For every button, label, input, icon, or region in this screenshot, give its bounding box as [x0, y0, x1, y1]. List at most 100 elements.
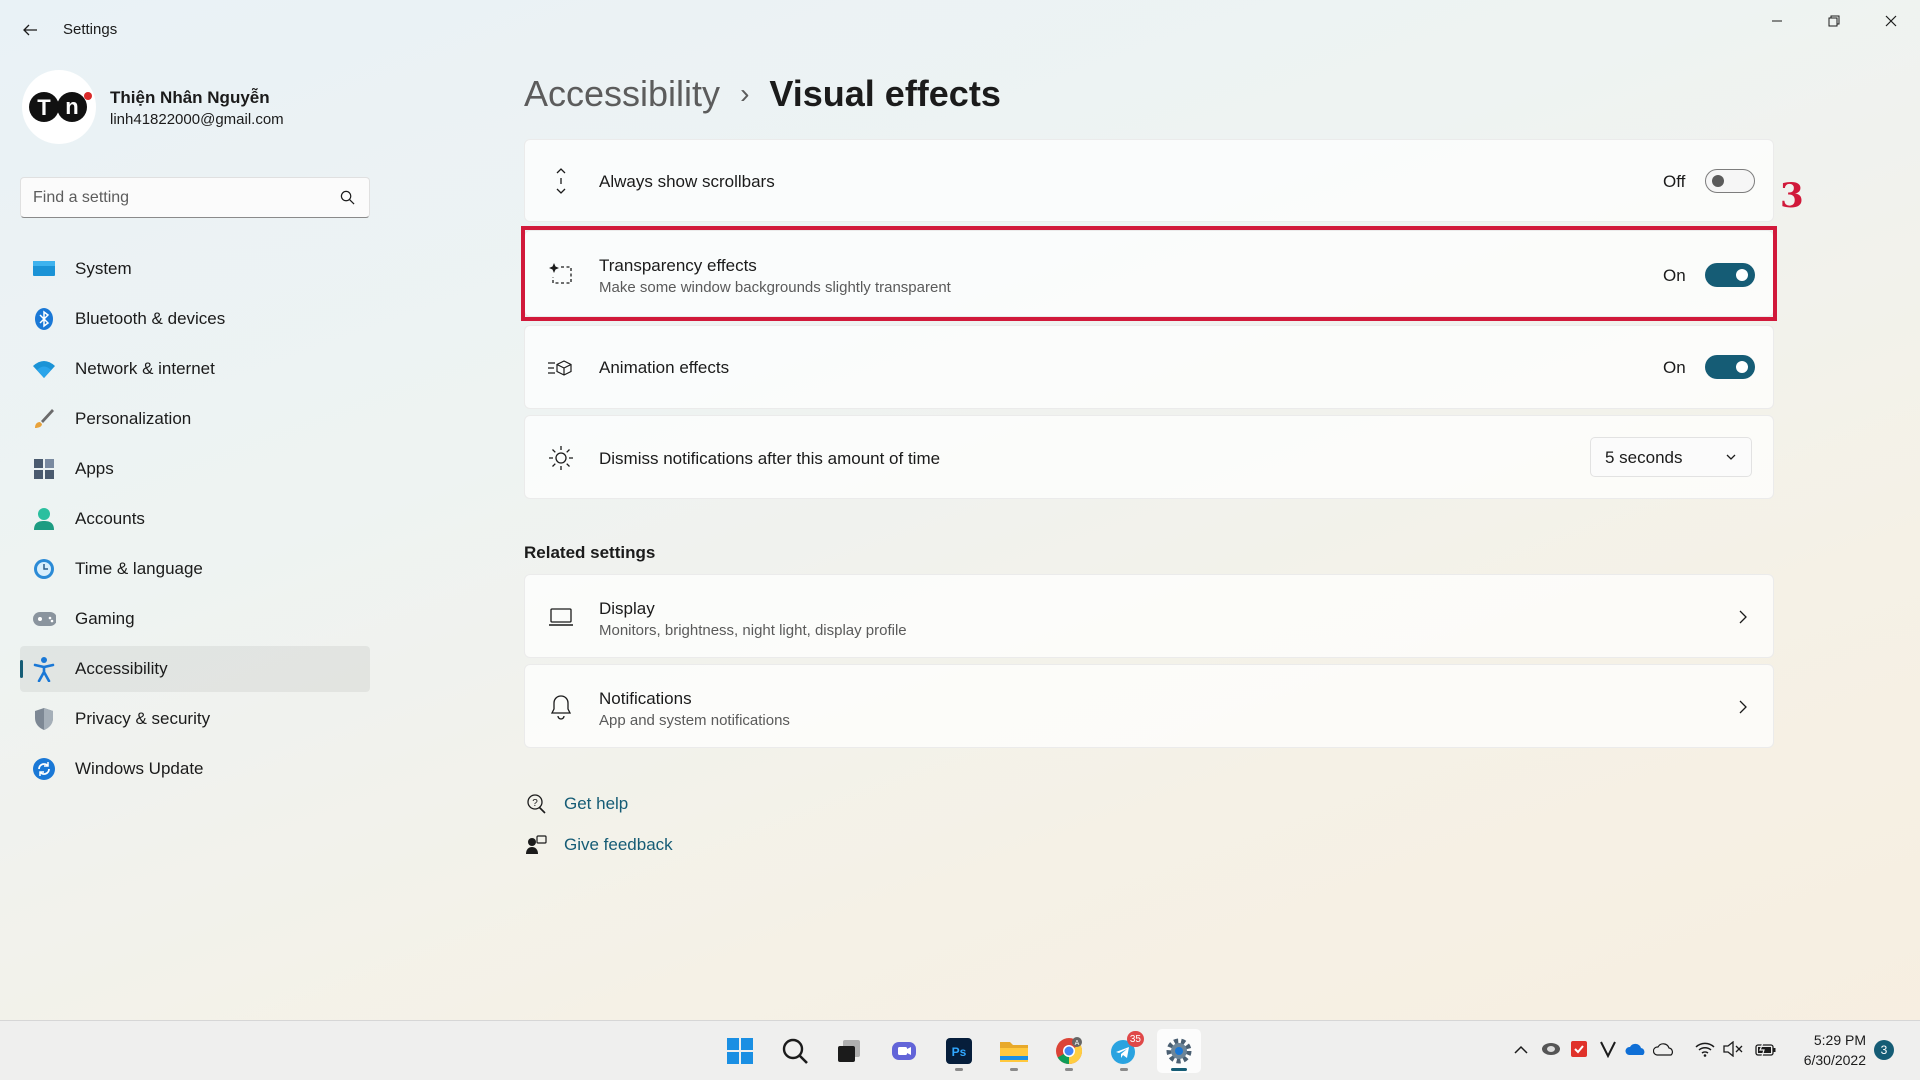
globe-clock-icon	[32, 557, 56, 581]
sidebar-item-label: System	[75, 259, 132, 278]
wifi-status-icon[interactable]	[1694, 1038, 1716, 1060]
apps-icon	[32, 457, 56, 481]
running-indicator	[1010, 1068, 1018, 1071]
battery-charging-icon[interactable]	[1755, 1038, 1777, 1060]
teams-chat-icon	[892, 1042, 916, 1060]
shield-icon	[32, 707, 56, 731]
search-icon[interactable]	[340, 190, 355, 205]
tray-v-app-icon[interactable]	[1597, 1038, 1619, 1060]
onedrive-icon[interactable]	[1625, 1038, 1647, 1060]
start-button[interactable]	[718, 1029, 762, 1073]
sidebar-item-system[interactable]: System	[20, 246, 370, 292]
accessibility-icon	[32, 657, 56, 682]
chrome-icon: A	[1056, 1037, 1083, 1065]
page-title: Visual effects	[769, 73, 1001, 114]
animation-icon	[547, 354, 575, 382]
tray-app-icon[interactable]	[1540, 1038, 1562, 1060]
related-notifications-card[interactable]: Notifications App and system notificatio…	[524, 664, 1774, 748]
bell-icon	[547, 693, 575, 721]
sidebar-item-windows-update[interactable]: Windows Update	[20, 746, 370, 792]
scrollbar-icon	[547, 167, 575, 195]
animation-toggle[interactable]	[1705, 355, 1755, 379]
svg-text:?: ?	[532, 798, 538, 809]
sidebar-item-network[interactable]: Network & internet	[20, 346, 370, 392]
help-chat-icon: ?	[524, 792, 548, 816]
task-view-button[interactable]	[827, 1029, 871, 1073]
setting-subtitle: App and system notifications	[599, 712, 790, 729]
sidebar-item-time-language[interactable]: Time & language	[20, 546, 370, 592]
telegram-app[interactable]: 35	[1102, 1029, 1146, 1073]
wifi-icon	[32, 357, 56, 381]
app-title: Settings	[63, 21, 118, 38]
onedrive-personal-icon[interactable]	[1653, 1038, 1675, 1060]
search-box[interactable]	[20, 177, 370, 218]
file-explorer-app[interactable]	[992, 1029, 1036, 1073]
windows-logo-icon	[727, 1038, 753, 1064]
sidebar-item-label: Accessibility	[75, 659, 168, 678]
settings-app[interactable]	[1157, 1029, 1201, 1073]
svg-text:A: A	[1075, 1040, 1080, 1047]
running-indicator	[1065, 1068, 1073, 1071]
breadcrumb-separator: ›	[740, 78, 750, 109]
setting-subtitle: Monitors, brightness, night light, displ…	[599, 622, 907, 639]
scrollbars-setting-card: Always show scrollbars Off	[524, 139, 1774, 222]
chat-button[interactable]	[882, 1029, 926, 1073]
get-help-label: Get help	[564, 794, 629, 813]
sidebar-item-label: Time & language	[75, 559, 203, 578]
task-view-icon	[838, 1040, 860, 1062]
related-display-card[interactable]: Display Monitors, brightness, night ligh…	[524, 574, 1774, 658]
give-feedback-link[interactable]: Give feedback	[524, 831, 673, 859]
get-help-link[interactable]: ? Get help	[524, 790, 628, 818]
minimize-icon	[1772, 20, 1782, 22]
notification-count-badge[interactable]: 3	[1874, 1040, 1894, 1060]
sidebar-item-privacy[interactable]: Privacy & security	[20, 696, 370, 742]
annotation-step-number: 3	[1780, 176, 1804, 216]
setting-title: Always show scrollbars	[599, 172, 775, 191]
feedback-icon	[524, 833, 548, 857]
tray-chevron-up-icon[interactable]	[1510, 1038, 1532, 1060]
minimize-button[interactable]	[1754, 6, 1800, 36]
title-bar: Settings	[0, 0, 1920, 60]
folder-icon	[1000, 1042, 1028, 1062]
sidebar-item-label: Bluetooth & devices	[75, 309, 226, 328]
photoshop-app[interactable]: Ps	[937, 1029, 981, 1073]
sidebar-nav: System Bluetooth & devices Network & int…	[20, 246, 370, 796]
breadcrumb-parent[interactable]: Accessibility	[524, 73, 720, 115]
sidebar-item-label: Network & internet	[75, 359, 215, 378]
volume-muted-icon[interactable]	[1722, 1038, 1744, 1060]
sidebar-item-accessibility[interactable]: Accessibility	[20, 646, 370, 692]
running-indicator	[955, 1068, 963, 1071]
annotation-highlight-box	[521, 226, 1777, 321]
sidebar-item-accounts[interactable]: Accounts	[20, 496, 370, 542]
chrome-app[interactable]: A	[1047, 1029, 1091, 1073]
sidebar-item-label: Apps	[75, 459, 114, 478]
scrollbars-toggle[interactable]	[1705, 169, 1755, 193]
back-button[interactable]	[18, 18, 42, 42]
chevron-right-icon	[1739, 610, 1747, 624]
toggle-knob	[1712, 175, 1724, 187]
search-input[interactable]	[33, 187, 333, 209]
close-button[interactable]	[1868, 6, 1914, 36]
running-indicator	[1120, 1068, 1128, 1071]
sidebar-item-personalization[interactable]: Personalization	[20, 396, 370, 442]
restore-button[interactable]	[1811, 6, 1857, 36]
sidebar-item-bluetooth[interactable]: Bluetooth & devices	[20, 296, 370, 342]
taskbar-clock[interactable]: 5:29 PM 6/30/2022	[1804, 1030, 1866, 1070]
brightness-icon	[547, 444, 575, 472]
monitor-icon	[32, 257, 56, 281]
taskbar-search-button[interactable]	[773, 1029, 817, 1073]
bluetooth-icon	[32, 307, 56, 331]
sidebar-item-apps[interactable]: Apps	[20, 446, 370, 492]
person-icon	[32, 507, 56, 531]
sidebar-item-gaming[interactable]: Gaming	[20, 596, 370, 642]
restore-icon	[1828, 15, 1840, 27]
search-icon	[782, 1038, 808, 1064]
notification-timeout-dropdown[interactable]: 5 seconds	[1590, 437, 1752, 477]
clock-time: 5:29 PM	[1813, 1032, 1866, 1048]
sidebar-item-label: Windows Update	[75, 759, 204, 778]
toggle-state-label: Off	[1663, 172, 1686, 191]
tray-red-app-icon[interactable]	[1568, 1038, 1590, 1060]
profile-email: linh41822000@gmail.com	[110, 111, 284, 128]
user-profile[interactable]: T n Thiện Nhân Nguyễn linh41822000@gmail…	[20, 70, 370, 146]
sidebar-item-label: Gaming	[75, 609, 135, 628]
